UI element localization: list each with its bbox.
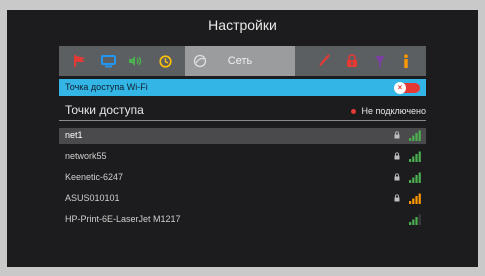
tab-location[interactable] — [369, 46, 391, 76]
access-point-name: Keenetic-6247 — [65, 172, 124, 182]
access-point-name: network55 — [65, 151, 107, 161]
pin-icon — [375, 55, 385, 68]
toggle-off-icon: × — [394, 82, 406, 94]
tv-bezel-left — [0, 0, 7, 276]
lock-icon — [394, 131, 400, 139]
info-icon — [404, 53, 408, 68]
clock-icon — [158, 54, 172, 68]
access-point-name: ASUS010101 — [65, 193, 120, 203]
tab-display[interactable] — [97, 46, 119, 76]
wifi-signal-icon — [409, 214, 421, 225]
lock-icon — [347, 54, 357, 67]
access-point-name: net1 — [65, 130, 83, 140]
access-point-row[interactable]: net1 — [59, 128, 426, 144]
network-icon — [193, 54, 207, 68]
lock-icon — [394, 152, 400, 160]
wifi-signal-icon — [409, 172, 421, 183]
tab-network-label: Сеть — [227, 55, 253, 67]
wifi-access-point-toggle[interactable]: × — [394, 82, 420, 94]
access-points-list: net1 network55 Keenetic-6247 ASUS010101 HP-P… — [59, 128, 426, 233]
tv-bezel-right — [478, 0, 485, 276]
wifi-access-point-row[interactable]: Точка доступа Wi-Fi × — [59, 79, 426, 96]
speaker-icon — [129, 56, 142, 66]
status-dot-icon — [350, 108, 356, 114]
access-point-name: HP-Print-6E-LaserJet M1217 — [65, 214, 181, 224]
access-point-row[interactable]: Keenetic-6247 — [59, 170, 426, 186]
access-points-header: Точки доступа Не подключено — [59, 102, 426, 121]
tv-bezel-bottom — [0, 267, 485, 276]
access-point-row[interactable]: ASUS010101 — [59, 191, 426, 207]
monitor-icon — [100, 54, 116, 67]
settings-tab-bar: Сеть — [59, 46, 426, 76]
connection-status-text: Не подключено — [361, 106, 426, 116]
access-point-row[interactable]: network55 — [59, 149, 426, 165]
connection-status: Не подключено — [350, 106, 426, 116]
tab-time[interactable] — [154, 46, 176, 76]
lock-icon — [394, 173, 400, 181]
wifi-signal-icon — [409, 193, 421, 204]
wifi-signal-icon — [409, 130, 421, 141]
page-title: Настройки — [208, 17, 277, 33]
access-point-row[interactable]: HP-Print-6E-LaserJet M1217 — [59, 212, 426, 228]
wifi-access-point-label: Точка доступа Wi-Fi — [65, 82, 148, 92]
tab-security[interactable] — [341, 46, 363, 76]
tab-appearance[interactable] — [313, 46, 335, 76]
wifi-signal-icon — [409, 151, 421, 162]
lock-icon — [394, 194, 400, 202]
tab-network[interactable]: Сеть — [185, 46, 295, 76]
tab-info[interactable] — [395, 46, 417, 76]
tv-bezel-top — [0, 0, 485, 10]
tab-flag[interactable] — [69, 46, 91, 76]
access-points-title: Точки доступа — [65, 103, 144, 117]
brush-icon — [319, 54, 330, 67]
tab-sound[interactable] — [124, 46, 148, 76]
flag-icon — [74, 55, 85, 67]
